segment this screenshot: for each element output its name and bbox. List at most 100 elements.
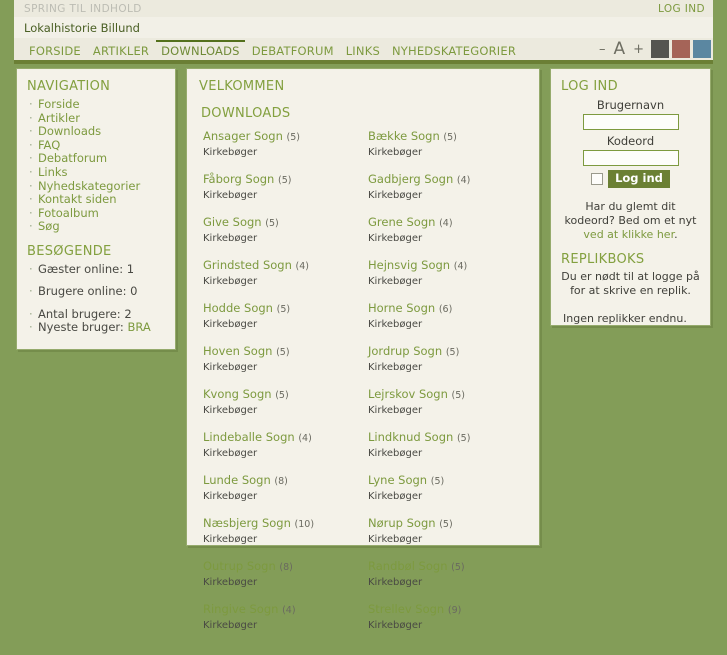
skip-bar: SPRING TIL INDHOLD LOG IND	[14, 0, 713, 17]
nav-item-downloads[interactable]: DOWNLOADS	[156, 39, 245, 59]
font-increase-button[interactable]: +	[629, 42, 648, 57]
download-item-link[interactable]: Outrup Sogn (8)	[203, 559, 362, 575]
download-item-link[interactable]: Give Sogn (5)	[203, 215, 362, 231]
download-item-link[interactable]: Lejrskov Sogn (5)	[368, 387, 527, 403]
sidebar-link-kontakt-siden[interactable]: Kontakt siden	[38, 192, 117, 206]
newest-user-link[interactable]: BRA	[127, 320, 150, 335]
stat-total-users: · Antal brugere: 2	[29, 307, 165, 322]
download-item-count: (5)	[451, 562, 465, 573]
download-item-link[interactable]: Strellev Sogn (9)	[368, 602, 527, 618]
bullet-icon: ·	[29, 219, 33, 234]
download-item-subtitle: Kirkebøger	[203, 319, 258, 330]
theme-swatch-blue[interactable]	[693, 40, 711, 58]
download-item-link[interactable]: Lyne Sogn (5)	[368, 473, 527, 489]
remember-me-checkbox[interactable]	[591, 173, 604, 185]
nav-item-debatforum[interactable]: DEBATFORUM	[247, 40, 339, 59]
download-item-count: (4)	[282, 605, 296, 616]
download-item-name: Gadbjerg Sogn	[368, 172, 454, 186]
font-decrease-button[interactable]: –	[595, 42, 610, 57]
bullet-icon: ·	[29, 164, 33, 179]
download-item-link[interactable]: Lindeballe Sogn (4)	[203, 430, 362, 446]
login-submit-button[interactable]: Log ind	[608, 170, 670, 188]
password-input[interactable]	[582, 150, 679, 166]
download-item-link[interactable]: Lunde Sogn (8)	[203, 473, 362, 489]
sidebar-item-downloads[interactable]: · Downloads	[29, 124, 165, 139]
download-item-subtitle: Kirkebøger	[368, 147, 423, 158]
sidebar-link-soeg[interactable]: Søg	[38, 219, 60, 234]
download-item-subtitle: Kirkebøger	[203, 147, 258, 158]
site-title[interactable]: Lokalhistorie Billund	[24, 21, 140, 35]
sidebar-item-debatforum[interactable]: · Debatforum	[29, 152, 165, 166]
download-item-name: Lejrskov Sogn	[368, 387, 448, 401]
download-item: Fåborg Sogn (5) Kirkebøger	[203, 172, 362, 202]
download-item-subtitle: Kirkebøger	[368, 620, 423, 631]
download-item-link[interactable]: Gadbjerg Sogn (4)	[368, 172, 527, 188]
download-item-link[interactable]: Kvong Sogn (5)	[203, 387, 362, 403]
download-item-link[interactable]: Hejnsvig Sogn (4)	[368, 258, 527, 274]
download-item-link[interactable]: Grene Sogn (4)	[368, 215, 527, 231]
download-item: Lindknud Sogn (5) Kirkebøger	[368, 430, 527, 460]
sidebar-link-fotoalbum[interactable]: Fotoalbum	[38, 206, 99, 220]
download-item-link[interactable]: Hodde Sogn (5)	[203, 301, 362, 317]
sidebar-item-nyhedskategorier[interactable]: · Nyhedskategorier	[29, 179, 165, 194]
download-item-link[interactable]: Lindknud Sogn (5)	[368, 430, 527, 446]
download-item-link[interactable]: Ringive Sogn (4)	[203, 602, 362, 618]
download-item-link[interactable]: Horne Sogn (6)	[368, 301, 527, 317]
download-item-subtitle: Kirkebøger	[203, 362, 258, 373]
sidebar-link-nyhedskategorier[interactable]: Nyhedskategorier	[38, 179, 140, 193]
download-item: Ansager Sogn (5) Kirkebøger	[203, 129, 362, 159]
header-login-link[interactable]: LOG IND	[658, 3, 705, 15]
nav-item-nyhedskategorier[interactable]: NYHEDSKATEGORIER	[387, 40, 521, 59]
sidebar-link-artikler[interactable]: Artikler	[38, 111, 80, 125]
forgot-password-link[interactable]: ved at klikke her	[583, 228, 674, 241]
sidebar-item-forside[interactable]: · Forside	[29, 97, 165, 112]
sidebar-item-links[interactable]: · Links	[29, 164, 165, 180]
download-item: Hejnsvig Sogn (4) Kirkebøger	[368, 258, 527, 288]
download-item-count: (6)	[438, 304, 453, 315]
nav-item-artikler[interactable]: ARTIKLER	[88, 40, 154, 59]
download-item-subtitle: Kirkebøger	[203, 190, 258, 201]
download-item-name: Strellev Sogn	[368, 602, 445, 616]
theme-swatch-dark[interactable]	[651, 40, 669, 58]
download-item: Hodde Sogn (5) Kirkebøger	[203, 301, 362, 331]
sidebar-link-downloads[interactable]: Downloads	[38, 124, 101, 138]
download-item-link[interactable]: Nørup Sogn (5)	[368, 516, 527, 532]
download-item: Jordrup Sogn (5) Kirkebøger	[368, 344, 527, 374]
download-item-subtitle: Kirkebøger	[203, 620, 258, 631]
download-item-subtitle: Kirkebøger	[368, 534, 423, 545]
sidebar-item-faq[interactable]: · FAQ	[29, 138, 165, 153]
download-item-link[interactable]: Fåborg Sogn (5)	[203, 172, 362, 188]
sidebar-link-links[interactable]: Links	[38, 165, 68, 179]
download-item-subtitle: Kirkebøger	[368, 319, 423, 330]
download-item-subtitle: Kirkebøger	[203, 405, 258, 416]
nav-item-links[interactable]: LINKS	[341, 40, 385, 59]
username-input[interactable]	[582, 114, 679, 130]
download-item-link[interactable]: Jordrup Sogn (5)	[368, 344, 527, 360]
download-item-subtitle: Kirkebøger	[203, 534, 258, 545]
sidebar-item-kontakt-siden[interactable]: · Kontakt siden	[29, 192, 165, 207]
nav-item-forside[interactable]: FORSIDE	[24, 40, 86, 59]
skip-to-content-link[interactable]: SPRING TIL INDHOLD	[24, 3, 142, 15]
sidebar-link-faq[interactable]: FAQ	[38, 138, 60, 152]
download-item-link[interactable]: Bække Sogn (5)	[368, 129, 527, 145]
downloads-section-title: DOWNLOADS	[201, 106, 291, 121]
download-item-count: (5)	[443, 132, 457, 143]
download-item-link[interactable]: Næsbjerg Sogn (10)	[203, 516, 362, 532]
download-item-link[interactable]: Grindsted Sogn (4)	[203, 258, 362, 274]
theme-swatch-red[interactable]	[672, 40, 690, 58]
nav-underline	[14, 60, 713, 64]
download-item-count: (5)	[451, 390, 465, 401]
download-item-link[interactable]: Randbøl Sogn (5)	[368, 559, 527, 575]
sidebar-item-fotoalbum[interactable]: · Fotoalbum	[29, 206, 165, 221]
sidebar-link-forside[interactable]: Forside	[38, 97, 80, 111]
sidebar-item-soeg[interactable]: · Søg	[29, 220, 165, 234]
download-item-subtitle: Kirkebøger	[203, 276, 258, 287]
sidebar-link-debatforum[interactable]: Debatforum	[38, 151, 107, 166]
stat-users-online: · Brugere online: 0	[29, 285, 165, 299]
download-item-link[interactable]: Ansager Sogn (5)	[203, 129, 362, 145]
download-item: Hoven Sogn (5) Kirkebøger	[203, 344, 362, 374]
download-item-link[interactable]: Hoven Sogn (5)	[203, 344, 362, 360]
download-item: Horne Sogn (6) Kirkebøger	[368, 301, 527, 331]
sidebar-item-artikler[interactable]: · Artikler	[29, 111, 165, 126]
download-item-name: Lunde Sogn	[203, 473, 271, 487]
